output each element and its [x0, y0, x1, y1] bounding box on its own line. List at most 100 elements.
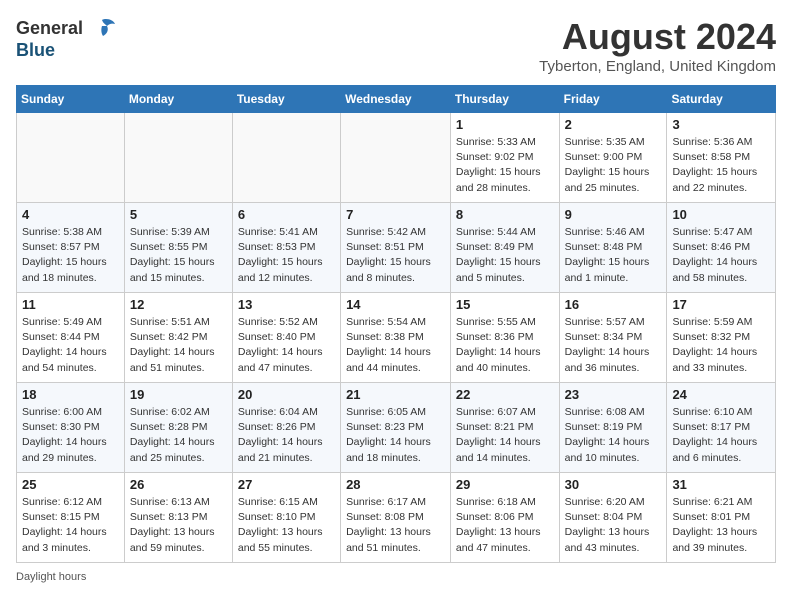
calendar-cell: 22 Sunrise: 6:07 AM Sunset: 8:21 PM Dayli…	[450, 383, 559, 473]
day-info: Sunrise: 5:38 AM Sunset: 8:57 PM Dayligh…	[22, 225, 119, 286]
title-area: August 2024 Tyberton, England, United Ki…	[539, 16, 776, 75]
logo-general-text: General	[16, 18, 83, 39]
calendar-cell: 16Sunrise: 5:57 AM Sunset: 8:34 PM Dayli…	[559, 293, 667, 383]
calendar-cell: 26Sunrise: 6:13 AM Sunset: 8:13 PM Dayli…	[124, 473, 232, 563]
day-info: Sunrise: 5:42 AM Sunset: 8:51 PM Dayligh…	[346, 225, 445, 286]
day-number: 6	[238, 207, 335, 222]
day-number: 15	[456, 297, 554, 312]
day-info: Sunrise: 5:33 AM Sunset: 9:02 PM Dayligh…	[456, 135, 554, 196]
calendar-cell	[341, 113, 451, 203]
footer-label: Daylight hours	[16, 571, 86, 583]
day-info: Sunrise: 6:07 AM Sunset: 8:21 PM Dayligh…	[456, 405, 554, 466]
calendar-day-header: Thursday	[450, 86, 559, 113]
day-info: Sunrise: 6:18 AM Sunset: 8:06 PM Dayligh…	[456, 495, 554, 556]
day-number: 18	[22, 387, 119, 402]
calendar-week-row: 18Sunrise: 6:00 AM Sunset: 8:30 PM Dayli…	[17, 383, 776, 473]
logo-blue-text: Blue	[16, 40, 55, 61]
day-info: Sunrise: 5:44 AM Sunset: 8:49 PM Dayligh…	[456, 225, 554, 286]
calendar-table: SundayMondayTuesdayWednesdayThursdayFrid…	[16, 85, 776, 563]
calendar-week-row: 1 Sunrise: 5:33 AM Sunset: 9:02 PM Daylig…	[17, 113, 776, 203]
calendar-cell: 10 Sunrise: 5:47 AM Sunset: 8:46 PM Dayli…	[667, 203, 776, 293]
calendar-cell: 29 Sunrise: 6:18 AM Sunset: 8:06 PM Dayli…	[450, 473, 559, 563]
day-info: Sunrise: 6:02 AM Sunset: 8:28 PM Dayligh…	[130, 405, 227, 466]
logo-bird-icon	[87, 16, 117, 40]
calendar-day-header: Friday	[559, 86, 667, 113]
calendar-cell: 23 Sunrise: 6:08 AM Sunset: 8:19 PM Dayli…	[559, 383, 667, 473]
day-info: Sunrise: 5:39 AM Sunset: 8:55 PM Dayligh…	[130, 225, 227, 286]
calendar-cell: 19 Sunrise: 6:02 AM Sunset: 8:28 PM Dayli…	[124, 383, 232, 473]
day-number: 22	[456, 387, 554, 402]
day-number: 27	[238, 477, 335, 492]
logo: General Blue	[16, 16, 117, 61]
day-info: Sunrise: 6:04 AM Sunset: 8:26 PM Dayligh…	[238, 405, 335, 466]
day-info: Sunrise: 5:54 AM Sunset: 8:38 PM Dayligh…	[346, 315, 445, 376]
day-number: 20	[238, 387, 335, 402]
page-header: General Blue August 2024 Tyberton, Engla…	[16, 16, 776, 75]
day-number: 11	[22, 297, 119, 312]
calendar-week-row: 11 Sunrise: 5:49 AM Sunset: 8:44 PM Dayli…	[17, 293, 776, 383]
footer: Daylight hours	[16, 571, 776, 583]
calendar-cell: 1 Sunrise: 5:33 AM Sunset: 9:02 PM Daylig…	[450, 113, 559, 203]
calendar-cell: 24 Sunrise: 6:10 AM Sunset: 8:17 PM Dayli…	[667, 383, 776, 473]
day-info: Sunrise: 6:05 AM Sunset: 8:23 PM Dayligh…	[346, 405, 445, 466]
day-info: Sunrise: 6:15 AM Sunset: 8:10 PM Dayligh…	[238, 495, 335, 556]
calendar-cell: 31Sunrise: 6:21 AM Sunset: 8:01 PM Dayli…	[667, 473, 776, 563]
calendar-day-header: Monday	[124, 86, 232, 113]
calendar-day-header: Saturday	[667, 86, 776, 113]
calendar-day-header: Wednesday	[341, 86, 451, 113]
day-number: 24	[672, 387, 770, 402]
day-number: 5	[130, 207, 227, 222]
day-number: 12	[130, 297, 227, 312]
calendar-cell: 6 Sunrise: 5:41 AM Sunset: 8:53 PM Daylig…	[232, 203, 340, 293]
calendar-cell: 21Sunrise: 6:05 AM Sunset: 8:23 PM Dayli…	[341, 383, 451, 473]
calendar-cell: 20 Sunrise: 6:04 AM Sunset: 8:26 PM Dayli…	[232, 383, 340, 473]
calendar-cell: 18Sunrise: 6:00 AM Sunset: 8:30 PM Dayli…	[17, 383, 125, 473]
day-info: Sunrise: 6:08 AM Sunset: 8:19 PM Dayligh…	[565, 405, 662, 466]
day-number: 30	[565, 477, 662, 492]
day-info: Sunrise: 5:55 AM Sunset: 8:36 PM Dayligh…	[456, 315, 554, 376]
calendar-header-row: SundayMondayTuesdayWednesdayThursdayFrid…	[17, 86, 776, 113]
day-number: 23	[565, 387, 662, 402]
day-info: Sunrise: 5:47 AM Sunset: 8:46 PM Dayligh…	[672, 225, 770, 286]
day-number: 25	[22, 477, 119, 492]
day-info: Sunrise: 5:59 AM Sunset: 8:32 PM Dayligh…	[672, 315, 770, 376]
calendar-cell: 27 Sunrise: 6:15 AM Sunset: 8:10 PM Dayli…	[232, 473, 340, 563]
day-number: 19	[130, 387, 227, 402]
day-info: Sunrise: 5:57 AM Sunset: 8:34 PM Dayligh…	[565, 315, 662, 376]
calendar-week-row: 25 Sunrise: 6:12 AM Sunset: 8:15 PM Dayli…	[17, 473, 776, 563]
calendar-cell	[17, 113, 125, 203]
calendar-cell: 2 Sunrise: 5:35 AM Sunset: 9:00 PM Daylig…	[559, 113, 667, 203]
month-title: August 2024	[539, 16, 776, 58]
day-number: 1	[456, 117, 554, 132]
day-info: Sunrise: 5:46 AM Sunset: 8:48 PM Dayligh…	[565, 225, 662, 286]
day-number: 26	[130, 477, 227, 492]
day-info: Sunrise: 5:35 AM Sunset: 9:00 PM Dayligh…	[565, 135, 662, 196]
day-number: 4	[22, 207, 119, 222]
day-number: 29	[456, 477, 554, 492]
calendar-cell: 12 Sunrise: 5:51 AM Sunset: 8:42 PM Dayli…	[124, 293, 232, 383]
calendar-cell: 15 Sunrise: 5:55 AM Sunset: 8:36 PM Dayli…	[450, 293, 559, 383]
calendar-cell: 7 Sunrise: 5:42 AM Sunset: 8:51 PM Daylig…	[341, 203, 451, 293]
day-info: Sunrise: 6:10 AM Sunset: 8:17 PM Dayligh…	[672, 405, 770, 466]
day-info: Sunrise: 5:49 AM Sunset: 8:44 PM Dayligh…	[22, 315, 119, 376]
day-info: Sunrise: 5:51 AM Sunset: 8:42 PM Dayligh…	[130, 315, 227, 376]
day-number: 14	[346, 297, 445, 312]
calendar-day-header: Sunday	[17, 86, 125, 113]
day-info: Sunrise: 6:21 AM Sunset: 8:01 PM Dayligh…	[672, 495, 770, 556]
day-number: 7	[346, 207, 445, 222]
calendar-cell: 3Sunrise: 5:36 AM Sunset: 8:58 PM Daylig…	[667, 113, 776, 203]
calendar-cell: 5 Sunrise: 5:39 AM Sunset: 8:55 PM Daylig…	[124, 203, 232, 293]
calendar-cell: 4 Sunrise: 5:38 AM Sunset: 8:57 PM Daylig…	[17, 203, 125, 293]
day-info: Sunrise: 6:20 AM Sunset: 8:04 PM Dayligh…	[565, 495, 662, 556]
calendar-cell: 28Sunrise: 6:17 AM Sunset: 8:08 PM Dayli…	[341, 473, 451, 563]
calendar-cell: 25 Sunrise: 6:12 AM Sunset: 8:15 PM Dayli…	[17, 473, 125, 563]
calendar-cell	[232, 113, 340, 203]
day-info: Sunrise: 6:12 AM Sunset: 8:15 PM Dayligh…	[22, 495, 119, 556]
day-info: Sunrise: 5:41 AM Sunset: 8:53 PM Dayligh…	[238, 225, 335, 286]
day-number: 17	[672, 297, 770, 312]
day-number: 10	[672, 207, 770, 222]
location-text: Tyberton, England, United Kingdom	[539, 58, 776, 75]
calendar-week-row: 4 Sunrise: 5:38 AM Sunset: 8:57 PM Daylig…	[17, 203, 776, 293]
day-number: 2	[565, 117, 662, 132]
day-info: Sunrise: 5:36 AM Sunset: 8:58 PM Dayligh…	[672, 135, 770, 196]
